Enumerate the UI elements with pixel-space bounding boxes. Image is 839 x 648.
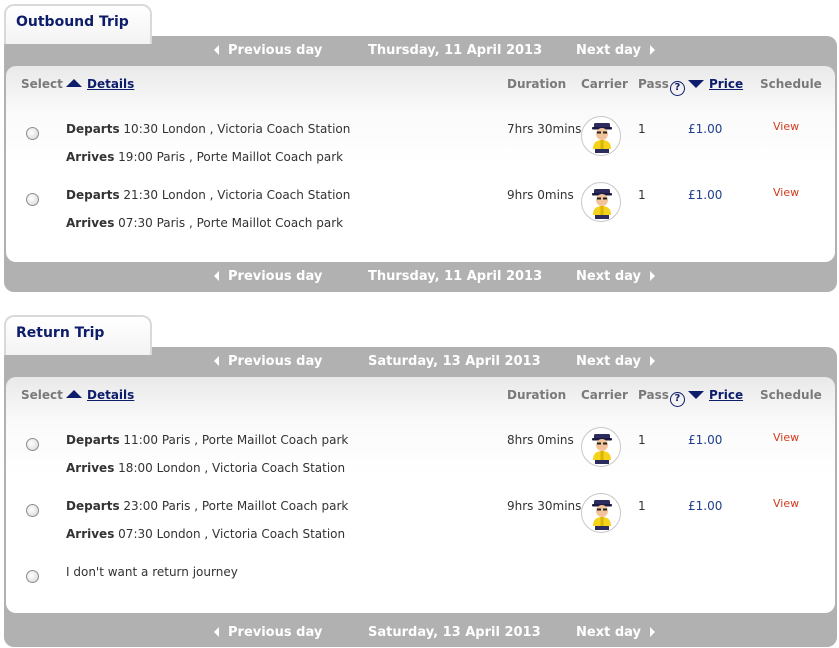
carrier-header: Carrier [581, 388, 628, 402]
return-previous-day-button[interactable]: Previous day [214, 625, 322, 640]
no-return-label: I don't want a return journey [66, 565, 238, 579]
schedule-view-link[interactable]: View [773, 186, 799, 199]
duration-header: Duration [507, 77, 567, 91]
departs-line: Departs 21:30 London , Victoria Coach St… [66, 188, 351, 202]
triangle-up-icon [66, 390, 82, 398]
price-value: £1.00 [688, 188, 723, 202]
price-value: £1.00 [688, 499, 723, 513]
pass-header: Pass? [638, 388, 685, 407]
schedule-header: Schedule [760, 388, 822, 402]
schedule-view-link[interactable]: View [773, 497, 799, 510]
pass-count: 1 [638, 499, 646, 513]
triangle-down-icon [688, 80, 704, 88]
outbound-previous-day-button[interactable]: Previous day [214, 269, 322, 284]
triangle-left-icon [214, 626, 219, 637]
duration-value: 7hrs 30mins [507, 122, 582, 136]
price-sort-header[interactable]: Price [688, 77, 743, 91]
journey-row: Departs 11:00 Paris , Porte Maillot Coac… [6, 427, 835, 499]
triangle-up-icon [66, 79, 82, 87]
arrives-line: Arrives 18:00 London , Victoria Coach St… [66, 461, 346, 475]
triangle-left-icon [214, 355, 219, 366]
journey-select-radio[interactable] [26, 438, 39, 451]
return-frame: Previous day Saturday, 13 April 2013 Nex… [4, 347, 837, 647]
departs-line: Departs 10:30 London , Victoria Coach St… [66, 122, 351, 136]
return-title: Return Trip [16, 325, 105, 341]
price-sort-header[interactable]: Price [688, 388, 743, 402]
journey-select-radio[interactable] [26, 127, 39, 140]
question-circle-icon[interactable]: ? [669, 81, 685, 96]
outbound-nav-bottom: Previous day Thursday, 11 April 2013 Nex… [4, 262, 837, 292]
journey-select-radio[interactable] [26, 193, 39, 206]
schedule-header: Schedule [760, 77, 822, 91]
duration-value: 9hrs 0mins [507, 188, 574, 202]
details-sort-header[interactable]: Details [66, 388, 134, 402]
departs-line: Departs 11:00 Paris , Porte Maillot Coac… [66, 433, 349, 447]
duration-value: 9hrs 30mins [507, 499, 582, 513]
arrives-line: Arrives 07:30 London , Victoria Coach St… [66, 527, 346, 541]
details-sort-header[interactable]: Details [66, 77, 134, 91]
triangle-right-icon [649, 626, 655, 637]
return-date: Saturday, 13 April 2013 [368, 354, 541, 369]
no-return-row: I don't want a return journey [6, 565, 835, 595]
outbound-results-panel: Select Details Duration Carrier Pass? Pr… [6, 66, 835, 262]
outbound-date: Thursday, 11 April 2013 [368, 43, 543, 58]
pass-count: 1 [638, 433, 646, 447]
schedule-view-link[interactable]: View [773, 120, 799, 133]
triangle-right-icon [649, 270, 655, 281]
return-trip-section: Return Trip Previous day Saturday, 13 Ap… [0, 315, 839, 647]
journey-row: Departs 10:30 London , Victoria Coach St… [6, 116, 835, 188]
pass-count: 1 [638, 188, 646, 202]
outbound-next-day-button[interactable]: Next day [576, 43, 655, 58]
triangle-left-icon [214, 270, 219, 281]
arrives-line: Arrives 07:30 Paris , Porte Maillot Coac… [66, 216, 344, 230]
triangle-left-icon [214, 44, 219, 55]
outbound-date: Thursday, 11 April 2013 [368, 269, 543, 284]
return-nav-bottom: Previous day Saturday, 13 April 2013 Nex… [4, 618, 837, 648]
journey-row: Departs 23:00 Paris , Porte Maillot Coac… [6, 493, 835, 565]
question-circle-icon[interactable]: ? [669, 392, 685, 407]
select-header: Select [21, 388, 63, 402]
outbound-next-day-button[interactable]: Next day [576, 269, 655, 284]
return-previous-day-button[interactable]: Previous day [214, 354, 322, 369]
price-value: £1.00 [688, 122, 723, 136]
outbound-title: Outbound Trip [16, 14, 129, 30]
outbound-trip-section: Outbound Trip Previous day Thursday, 11 … [0, 4, 839, 292]
return-tab: Return Trip [4, 315, 152, 355]
pass-count: 1 [638, 122, 646, 136]
coach-driver-mascot-icon [581, 182, 621, 222]
return-date: Saturday, 13 April 2013 [368, 625, 541, 640]
pass-header: Pass? [638, 77, 685, 96]
schedule-view-link[interactable]: View [773, 431, 799, 444]
select-header: Select [21, 77, 63, 91]
price-value: £1.00 [688, 433, 723, 447]
duration-header: Duration [507, 388, 567, 402]
return-next-day-button[interactable]: Next day [576, 354, 655, 369]
journey-row: Departs 21:30 London , Victoria Coach St… [6, 182, 835, 254]
return-results-panel: Select Details Duration Carrier Pass? Pr… [6, 377, 835, 613]
coach-driver-mascot-icon [581, 493, 621, 533]
triangle-right-icon [649, 355, 655, 366]
outbound-frame: Previous day Thursday, 11 April 2013 Nex… [4, 36, 837, 292]
duration-value: 8hrs 0mins [507, 433, 574, 447]
triangle-right-icon [649, 44, 655, 55]
departs-line: Departs 23:00 Paris , Porte Maillot Coac… [66, 499, 349, 513]
triangle-down-icon [688, 391, 704, 399]
no-return-radio[interactable] [26, 570, 39, 583]
outbound-previous-day-button[interactable]: Previous day [214, 43, 322, 58]
arrives-line: Arrives 19:00 Paris , Porte Maillot Coac… [66, 150, 344, 164]
coach-driver-mascot-icon [581, 116, 621, 156]
outbound-tab: Outbound Trip [4, 4, 152, 44]
return-next-day-button[interactable]: Next day [576, 625, 655, 640]
carrier-header: Carrier [581, 77, 628, 91]
journey-select-radio[interactable] [26, 504, 39, 517]
coach-driver-mascot-icon [581, 427, 621, 467]
